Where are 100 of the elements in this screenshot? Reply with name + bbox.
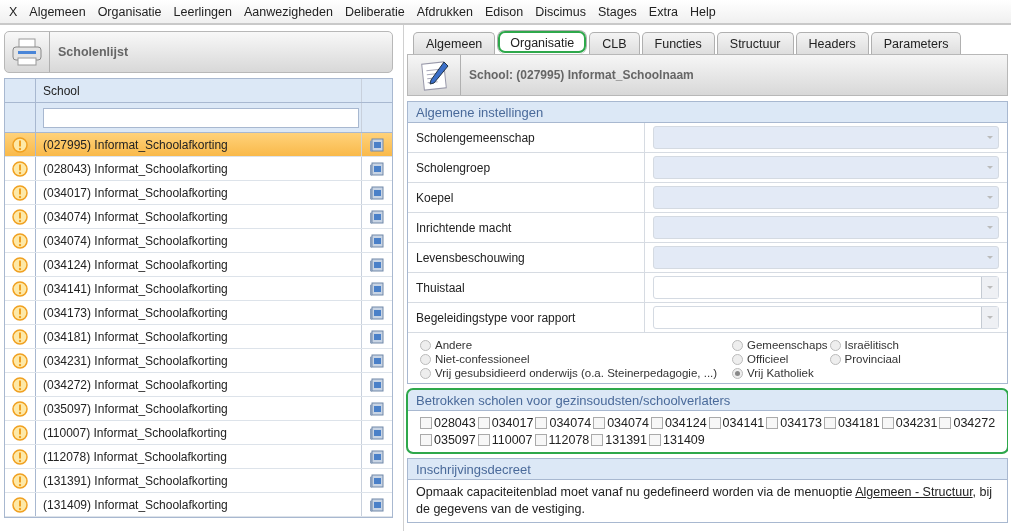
school-row[interactable]: (112078) Informat_Schoolafkorting: [5, 445, 392, 469]
document-icon: [369, 400, 385, 417]
filter-field[interactable]: [43, 107, 359, 128]
tab[interactable]: Parameters: [870, 32, 962, 54]
school-row[interactable]: (034124) Informat_Schoolafkorting: [5, 253, 392, 277]
document-icon: [369, 424, 385, 441]
menu-item[interactable]: Leerlingen: [168, 4, 239, 19]
school-name: (112078) Informat_Schoolafkorting: [43, 449, 227, 464]
radio-option[interactable]: Officieel: [732, 353, 828, 365]
section-title: Betrokken scholen voor gezinsoudsten/schoolverlaters: [408, 390, 1007, 411]
warning-icon: [12, 496, 28, 513]
school-row[interactable]: (027995) Informat_Schoolafkorting: [5, 133, 392, 157]
school-row[interactable]: (034141) Informat_Schoolafkorting: [5, 277, 392, 301]
school-checkbox[interactable]: 034141: [708, 416, 765, 430]
caret-icon: [986, 285, 994, 290]
school-row[interactable]: (034017) Informat_Schoolafkorting: [5, 181, 392, 205]
radio-option[interactable]: Andere: [420, 339, 730, 351]
menu-item[interactable]: Algemeen: [24, 4, 93, 19]
radio-option[interactable]: Gemeenschaps: [732, 339, 828, 351]
menu-item[interactable]: X: [4, 4, 25, 19]
menu-item[interactable]: Deliberatie: [339, 4, 412, 19]
warning-icon: [12, 208, 28, 225]
document-icon: [369, 208, 385, 225]
caret-icon: [986, 195, 994, 200]
school-checkbox[interactable]: 034181: [824, 416, 880, 430]
menu-item[interactable]: Stages: [592, 4, 644, 19]
panel-title: Scholenlijst: [57, 45, 129, 59]
school-checkbox[interactable]: 131409: [649, 433, 705, 447]
school-name: (034141) Informat_Schoolafkorting: [43, 281, 228, 296]
radio-option[interactable]: Provinciaal: [829, 353, 901, 365]
field-label: Scholengroep: [408, 153, 645, 182]
school-checkbox[interactable]: 034173: [766, 416, 823, 430]
menu-item[interactable]: Extra: [643, 4, 686, 19]
menu-item[interactable]: Discimus: [530, 4, 593, 19]
radio-option[interactable]: Vrij Katholiek: [732, 367, 828, 379]
warning-icon: [12, 424, 28, 441]
menu-link[interactable]: Algemeen - Structuur: [855, 485, 973, 499]
menu-item[interactable]: Afdrukken: [411, 4, 480, 19]
detail-title: School: (027995) Informat_Schoolnaam: [468, 68, 694, 82]
menu-item[interactable]: Edison: [480, 4, 531, 19]
menu-item[interactable]: Organisatie: [92, 4, 169, 19]
tab[interactable]: Organisatie: [497, 30, 588, 54]
radio-option[interactable]: Israëlitisch: [829, 339, 901, 351]
warning-icon: [12, 160, 28, 177]
document-icon: [369, 352, 385, 369]
school-row[interactable]: (035097) Informat_Schoolafkorting: [5, 397, 392, 421]
school-row[interactable]: (034173) Informat_Schoolafkorting: [5, 301, 392, 325]
tab[interactable]: Structuur: [716, 32, 794, 54]
radio-option[interactable]: Vrij gesubsidieerd onderwijs (o.a. Steinerpedagogie, ...): [420, 367, 730, 379]
tab[interactable]: Functies: [641, 32, 715, 54]
dropdown[interactable]: [653, 306, 999, 329]
school-checkbox[interactable]: 112078: [534, 433, 590, 447]
printer-icon: [11, 37, 43, 67]
tab[interactable]: CLB: [589, 32, 640, 54]
radio-option[interactable]: Niet-confessioneel: [420, 353, 730, 365]
school-checkbox[interactable]: 034272: [939, 416, 996, 430]
school-name: (034173) Informat_Schoolafkorting: [43, 305, 228, 320]
school-row[interactable]: (034272) Informat_Schoolafkorting: [5, 373, 392, 397]
school-row[interactable]: (131409) Informat_Schoolafkorting: [5, 493, 392, 517]
warning-icon: [12, 448, 28, 465]
menu-item[interactable]: Help: [685, 4, 723, 19]
school-row[interactable]: (034074) Informat_Schoolafkorting: [5, 205, 392, 229]
field-label: Levensbeschouwing: [408, 243, 645, 272]
school-name: (034272) Informat_Schoolafkorting: [43, 377, 228, 392]
caret-icon: [986, 165, 994, 170]
warning-icon: [12, 472, 28, 489]
field-label: Scholengemeenschap: [408, 123, 645, 152]
tab[interactable]: Algemeen: [413, 32, 496, 54]
document-icon: [369, 448, 385, 465]
school-row[interactable]: (131391) Informat_Schoolafkorting: [5, 469, 392, 493]
school-checkbox[interactable]: 110007: [477, 433, 533, 447]
school-checkbox[interactable]: 131391: [591, 433, 648, 447]
school-checkbox[interactable]: 034231: [881, 416, 938, 430]
document-icon: [369, 232, 385, 249]
warning-icon: [12, 184, 28, 201]
school-name: (131409) Informat_Schoolafkorting: [43, 497, 228, 512]
school-checkbox[interactable]: 034017: [477, 416, 534, 430]
school-row[interactable]: (028043) Informat_Schoolafkorting: [5, 157, 392, 181]
warning-icon: [12, 256, 28, 273]
school-row[interactable]: (034231) Informat_Schoolafkorting: [5, 349, 392, 373]
document-icon: [369, 280, 385, 297]
school-checkbox[interactable]: 034124: [650, 416, 707, 430]
school-checkbox[interactable]: 034074: [593, 416, 649, 430]
document-icon: [369, 472, 385, 489]
school-name: (034074) Informat_Schoolafkorting: [43, 233, 228, 248]
section-title: Algemene instellingen: [408, 102, 1007, 123]
school-checkbox[interactable]: 028043: [420, 416, 476, 430]
menu-item[interactable]: Aanwezigheden: [238, 4, 340, 19]
field-label: Inrichtende macht: [408, 213, 645, 242]
school-row[interactable]: (034074) Informat_Schoolafkorting: [5, 229, 392, 253]
document-icon: [369, 136, 385, 153]
school-checkbox[interactable]: 035097: [420, 433, 476, 447]
document-icon: [369, 328, 385, 345]
tab[interactable]: Headers: [795, 32, 869, 54]
school-row[interactable]: (034181) Informat_Schoolafkorting: [5, 325, 392, 349]
caret-icon: [986, 255, 994, 260]
dropdown[interactable]: [653, 276, 999, 299]
caret-icon: [986, 225, 994, 230]
school-checkbox[interactable]: 034074: [535, 416, 592, 430]
school-row[interactable]: (110007) Informat_Schoolafkorting: [5, 421, 392, 445]
